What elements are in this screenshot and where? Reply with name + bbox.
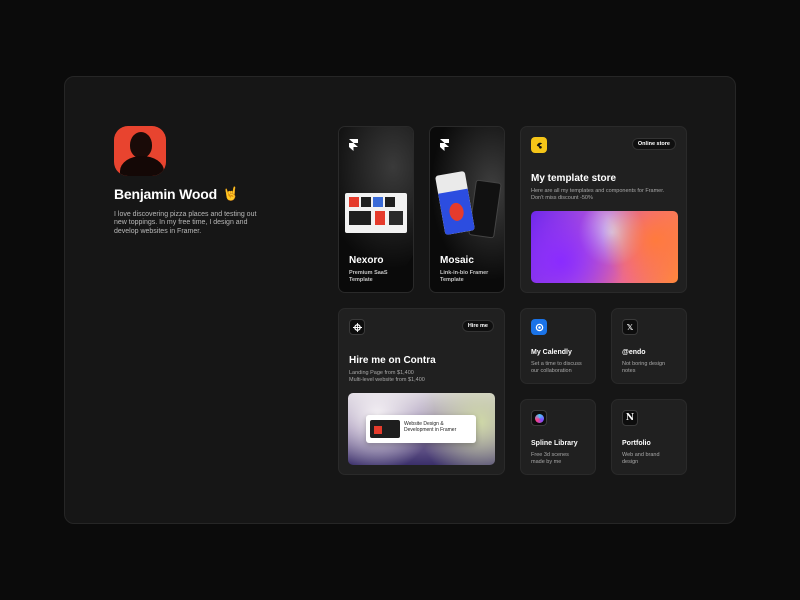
portfolio-card[interactable]: N Portfolio Web and brand design [611, 399, 687, 475]
calendly-desc-2: our collaboration [531, 368, 572, 374]
calendly-title: My Calendly [531, 349, 572, 356]
mosaic-title: Mosaic [440, 255, 474, 266]
online-store-badge[interactable]: Online store [631, 138, 676, 150]
mosaic-subtitle-1: Link-in-bio Framer [440, 270, 489, 276]
store-desc-2: Don't miss discount -50% [531, 195, 593, 201]
avatar [114, 126, 166, 176]
contra-title: Hire me on Contra [349, 355, 436, 366]
contra-icon [349, 319, 365, 335]
nexoro-title: Nexoro [349, 255, 384, 266]
calendly-desc-1: Set a time to discuss [531, 361, 582, 367]
framer-icon [349, 139, 358, 151]
template-store-card[interactable]: Online store My template store Here are … [520, 126, 687, 293]
nexoro-card[interactable]: Nexoro Premium SaaS Template [338, 126, 414, 293]
x-desc-1: Not boring design [622, 361, 666, 367]
nexoro-subtitle-2: Template [349, 277, 373, 283]
nexoro-subtitle-1: Premium SaaS [349, 270, 388, 276]
contra-line-1: Landing Page from $1,400 [349, 370, 414, 376]
store-title: My template store [531, 173, 617, 184]
store-preview-gradient [531, 211, 678, 283]
calendly-card[interactable]: My Calendly Set a time to discuss our co… [520, 308, 596, 384]
hire-me-badge[interactable]: Hire me [461, 320, 494, 332]
spline-title: Spline Library [531, 440, 578, 447]
calendly-icon [531, 319, 547, 335]
profile-name-row: Benjamin Wood 🤘 [114, 186, 274, 202]
x-title: @endo [622, 349, 646, 356]
contra-card[interactable]: Hire me Hire me on Contra Landing Page f… [338, 308, 505, 475]
spline-card[interactable]: Spline Library Free 3d scenes made by me [520, 399, 596, 475]
contra-preview-text: Website Design & Development in Framer [404, 421, 457, 433]
portfolio-desc-1: Web and brand [622, 452, 660, 458]
profile: Benjamin Wood 🤘 I love discovering pizza… [114, 126, 274, 236]
x-icon: 𝕏 [622, 319, 638, 335]
spline-icon [531, 410, 547, 426]
portfolio-title: Portfolio [622, 440, 651, 447]
rock-hand-icon: 🤘 [222, 186, 239, 201]
spline-desc-1: Free 3d scenes [531, 452, 569, 458]
store-desc-1: Here are all my templates and components… [531, 188, 665, 194]
profile-bio: I love discovering pizza places and test… [114, 211, 257, 235]
notion-icon: N [622, 410, 638, 426]
profile-name: Benjamin Wood [114, 186, 217, 202]
framer-icon [440, 139, 449, 151]
nexoro-preview [345, 193, 407, 233]
contra-line-2: Multi-level website from $1,400 [349, 377, 425, 383]
mosaic-card[interactable]: Mosaic Link-in-bio Framer Template [429, 126, 505, 293]
contra-preview-card: Website Design & Development in Framer [366, 415, 476, 443]
lemon-squeezy-icon [531, 137, 547, 153]
x-card[interactable]: 𝕏 @endo Not boring design notes [611, 308, 687, 384]
spline-desc-2: made by me [531, 459, 562, 465]
contra-preview: Website Design & Development in Framer [348, 393, 495, 465]
mosaic-subtitle-2: Template [440, 277, 464, 283]
portfolio-desc-2: design [622, 459, 639, 465]
x-desc-2: notes [622, 368, 636, 374]
